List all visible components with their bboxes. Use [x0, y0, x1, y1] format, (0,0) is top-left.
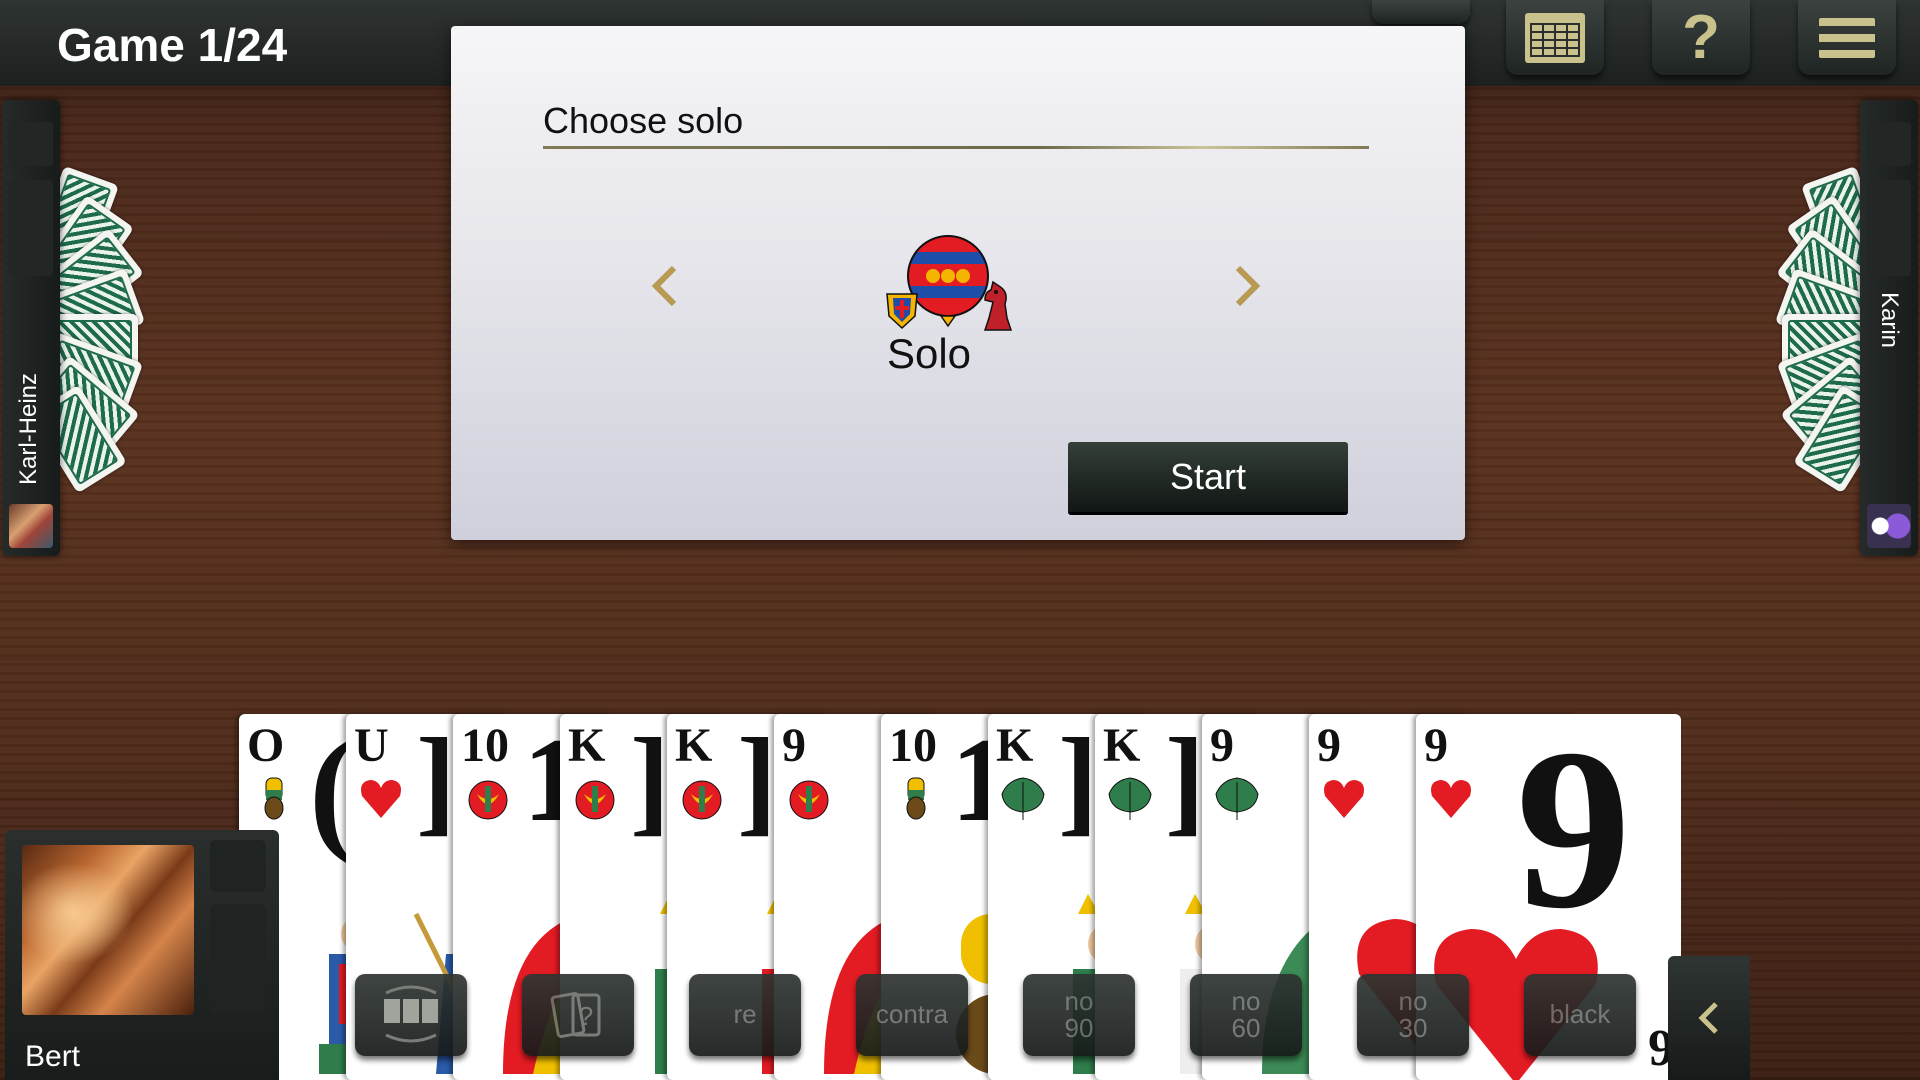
title-divider — [543, 146, 1369, 149]
solo-bell-icon — [886, 235, 1013, 331]
card-rank: 9 — [1424, 719, 1448, 772]
chevron-right-icon — [1235, 265, 1261, 307]
chevron-left-icon — [1698, 1002, 1718, 1034]
no-60-button[interactable]: no 60 — [1190, 974, 1302, 1056]
dialog-title: Choose solo — [543, 100, 744, 141]
heart-suit-icon — [361, 780, 401, 818]
no-90-label-top: no — [1064, 985, 1094, 1016]
card-rank: 9 — [782, 719, 806, 772]
start-button[interactable]: Start — [1068, 442, 1348, 512]
leaf-suit-icon — [1001, 777, 1045, 820]
leaf-suit-icon — [1108, 777, 1152, 820]
player-avatar — [22, 845, 194, 1015]
menu-button[interactable] — [1798, 0, 1896, 75]
no-60-label-top: no — [1231, 985, 1261, 1016]
black-button[interactable]: black — [1524, 974, 1636, 1056]
card-rank: K — [568, 719, 606, 772]
last-trick-icon: ? — [550, 992, 601, 1038]
card-rank: O — [247, 719, 285, 772]
prev-game-button[interactable] — [645, 262, 685, 312]
player-name: Bert — [25, 1040, 81, 1073]
no-30-button[interactable]: no 30 — [1357, 974, 1469, 1056]
bell-suit-icon — [575, 780, 615, 820]
left-opponent-panel: Karl-Heinz — [2, 100, 60, 556]
menu-icon — [1819, 17, 1875, 58]
card-rank: K — [675, 719, 713, 772]
heart-suit-icon — [1431, 780, 1471, 818]
card-rank: 9 — [1317, 719, 1341, 772]
bell-suit-icon — [468, 780, 508, 820]
selected-game-label: Solo — [886, 330, 972, 377]
card-rank: 10 — [461, 719, 509, 772]
scoresheet-icon — [1525, 12, 1585, 63]
trick-slot — [210, 840, 266, 892]
show-last-trick-button[interactable]: ? — [522, 974, 634, 1056]
card-rank: U — [354, 719, 389, 772]
chevron-left-icon — [651, 265, 677, 307]
opponent-name: Karl-Heinz — [15, 372, 42, 485]
collapse-actions-button[interactable] — [1668, 956, 1750, 1080]
game-counter: Game 1/24 — [57, 19, 288, 71]
bell-suit-icon — [682, 780, 722, 820]
trick-slot — [9, 180, 53, 276]
sort-cards-button[interactable] — [355, 974, 467, 1056]
no-60-label-bottom: 60 — [1231, 1013, 1261, 1043]
card-rank: K — [1103, 719, 1141, 772]
svg-text:?: ? — [579, 1001, 593, 1031]
card-rank: 10 — [889, 719, 937, 772]
acorn-suit-icon — [264, 777, 284, 820]
no-30-label-top: no — [1398, 985, 1428, 1016]
scoresheet-button[interactable] — [1506, 0, 1604, 75]
card-art: ] — [630, 714, 670, 846]
avatar — [1867, 504, 1911, 548]
card-art: ] — [737, 714, 777, 846]
trick-slot — [210, 904, 266, 1014]
next-game-button[interactable] — [1227, 262, 1267, 312]
card-rank: K — [996, 719, 1034, 772]
trick-slot — [1867, 180, 1911, 276]
help-button[interactable]: ? — [1652, 0, 1750, 75]
no-90-button[interactable]: no 90 — [1023, 974, 1135, 1056]
contra-button[interactable]: contra — [856, 974, 968, 1056]
leaf-suit-icon — [1215, 777, 1259, 820]
trick-slot — [9, 122, 53, 166]
card-rank: 9 — [1210, 719, 1234, 772]
bell-suit-icon — [789, 780, 829, 820]
sort-cards-icon — [384, 985, 438, 1043]
right-opponent-panel: Karin — [1860, 100, 1918, 556]
no-30-label-bottom: 30 — [1398, 1013, 1428, 1043]
card-art: ] — [416, 714, 456, 846]
player-panel: Bert — [5, 830, 279, 1080]
opponent-name: Karin — [1876, 291, 1903, 349]
card-art: ] — [1165, 714, 1205, 846]
choose-solo-dialog: Choose solo Solo Start — [451, 26, 1465, 540]
heart-suit-icon — [1324, 780, 1364, 818]
re-button[interactable]: re — [689, 974, 801, 1056]
avatar — [9, 504, 53, 548]
no-90-label-bottom: 90 — [1064, 1013, 1094, 1043]
help-icon: ? — [1682, 2, 1720, 72]
card-art: ] — [1058, 714, 1098, 846]
hidden-top-button — [1372, 0, 1470, 24]
acorn-suit-icon — [906, 777, 926, 820]
trick-slot — [1867, 122, 1911, 166]
